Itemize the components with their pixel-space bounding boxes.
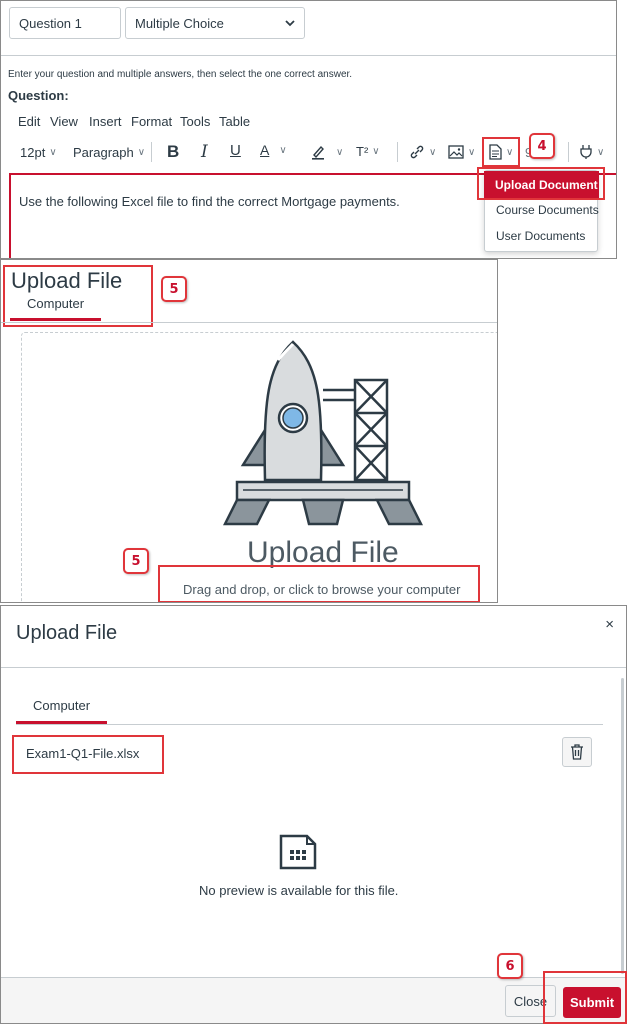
tab-divider <box>16 724 603 725</box>
no-preview-text: No preview is available for this file. <box>199 883 399 898</box>
submit-button-highlight <box>543 971 627 1024</box>
image-icon <box>448 145 464 159</box>
menu-tools[interactable]: Tools <box>180 114 210 129</box>
chevron-down-icon: ∨ <box>597 146 605 158</box>
menu-insert[interactable]: Insert <box>89 114 122 129</box>
chevron-down-icon: ∨ <box>336 146 344 158</box>
chevron-down-icon: ∨ <box>279 144 287 156</box>
question-editor-panel: Question 1 Multiple Choice Enter your qu… <box>0 0 617 259</box>
text-color-icon: A <box>260 142 270 158</box>
link-icon <box>410 145 424 159</box>
dialog-title: Upload File <box>16 622 118 644</box>
file-grid-icon <box>279 834 317 870</box>
question-label: Question: <box>8 88 69 103</box>
block-format-value: Paragraph <box>73 145 134 160</box>
superscript-button[interactable]: T² ∨ <box>356 144 380 159</box>
block-format-select[interactable]: Paragraph ∨ <box>73 145 145 160</box>
toolbar-separator <box>151 142 152 162</box>
divider <box>1 55 616 56</box>
menu-format[interactable]: Format <box>131 114 172 129</box>
toolbar-separator <box>397 142 398 162</box>
rocket-launch-illustration <box>223 340 423 526</box>
delete-file-button[interactable] <box>562 737 592 767</box>
upload-title-highlight <box>3 265 153 327</box>
chevron-down-icon: ∨ <box>49 147 57 158</box>
upload-file-dialog: Upload File × Computer Exam1-Q1-File.xls… <box>0 605 627 1024</box>
trash-icon <box>571 744 583 760</box>
document-button-highlight <box>482 137 520 167</box>
menu-edit[interactable]: Edit <box>18 114 40 129</box>
highlighter-icon <box>312 145 324 160</box>
callout-badge: 4 <box>529 133 555 159</box>
close-icon[interactable]: × <box>605 616 614 633</box>
image-button[interactable]: ∨ <box>448 145 475 159</box>
menu-view[interactable]: View <box>50 114 78 129</box>
callout-badge: 5 <box>123 548 149 574</box>
question-type-select[interactable]: Multiple Choice <box>125 7 305 39</box>
link-button[interactable]: ∨ <box>409 145 436 159</box>
callout-badge: 6 <box>497 953 523 979</box>
menu-item-course-documents[interactable]: Course Documents <box>485 197 599 223</box>
tab-computer[interactable]: Computer <box>33 698 90 713</box>
plug-icon <box>580 145 592 159</box>
italic-button[interactable]: I <box>201 142 208 162</box>
editor-body-text: Use the following Excel file to find the… <box>19 194 400 209</box>
drop-hint-highlight <box>158 565 480 602</box>
text-color-button[interactable]: A ∨ <box>260 142 287 158</box>
superscript-icon: T² <box>356 144 369 159</box>
toolbar-separator <box>568 142 569 162</box>
chevron-down-icon: ∨ <box>372 146 380 157</box>
header-divider <box>1 667 626 668</box>
font-size-select[interactable]: 12pt ∨ <box>20 145 57 160</box>
chevron-down-icon: ∨ <box>137 147 146 158</box>
font-size-value: 12pt <box>20 145 46 160</box>
chevron-down-icon <box>285 20 295 27</box>
instructions-text: Enter your question and multiple answers… <box>8 69 353 80</box>
plugin-button[interactable]: ∨ <box>579 144 604 160</box>
menu-table[interactable]: Table <box>219 114 250 129</box>
chevron-down-icon: ∨ <box>468 146 476 158</box>
upload-file-panel: Upload File Computer 5 Upload File Drag <box>0 259 498 603</box>
highlight-color-button[interactable]: ∨ <box>310 144 343 160</box>
question-type-value: Multiple Choice <box>135 15 224 31</box>
callout-badge: 5 <box>161 276 187 302</box>
scrollbar[interactable] <box>621 678 624 974</box>
tab-divider <box>1 322 497 323</box>
underline-button[interactable]: U <box>230 142 241 159</box>
bold-button[interactable]: B <box>167 142 179 162</box>
upload-document-highlight <box>477 167 605 200</box>
file-name-highlight <box>12 735 164 774</box>
chevron-down-icon: ∨ <box>429 146 437 158</box>
question-name-input[interactable]: Question 1 <box>9 7 121 39</box>
menu-item-user-documents[interactable]: User Documents <box>485 223 599 249</box>
